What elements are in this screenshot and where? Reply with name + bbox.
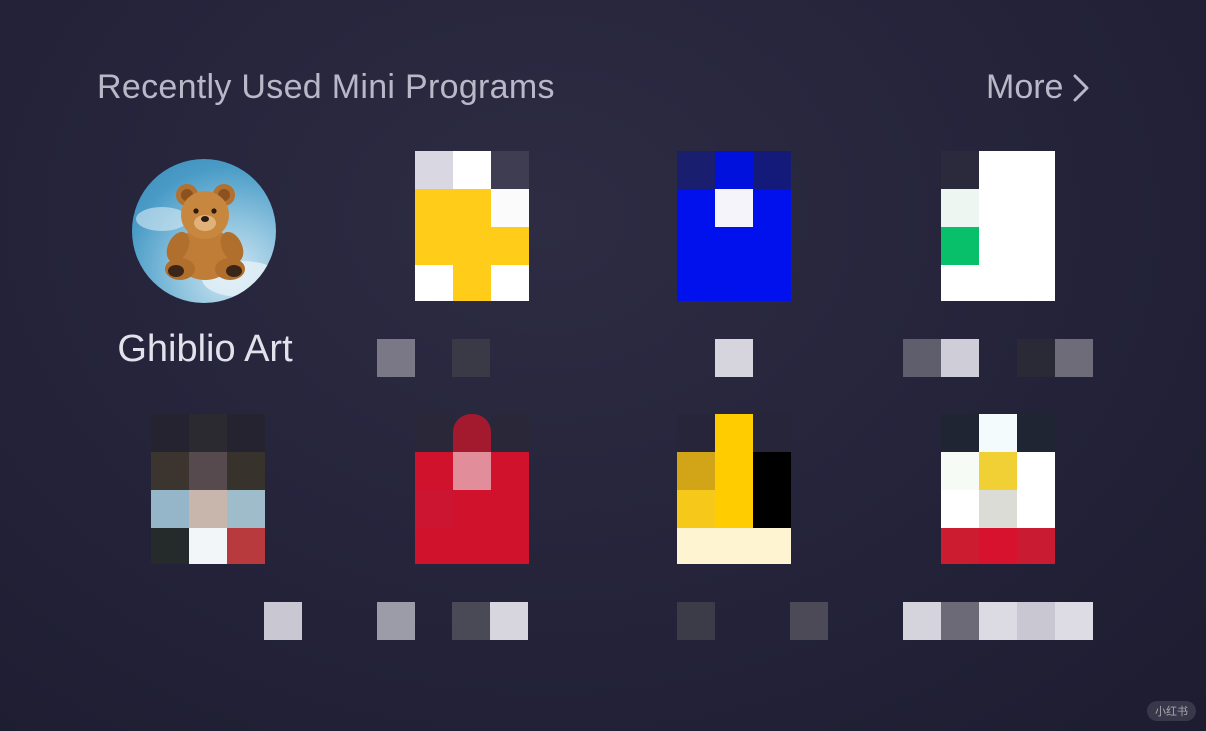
watermark: 小红书 <box>1147 701 1196 721</box>
mini-program-tile[interactable] <box>677 151 827 301</box>
app-name: Ghiblio Art <box>117 328 293 370</box>
app-icon[interactable] <box>132 159 276 303</box>
chevron-right-icon <box>1073 74 1089 101</box>
more-label: More <box>986 68 1064 106</box>
more-button[interactable]: More <box>986 68 1089 107</box>
teddy-bear-icon <box>136 184 276 297</box>
mini-program-tile[interactable] <box>941 151 1091 301</box>
mini-program-tile[interactable] <box>415 151 565 301</box>
mini-program-tile[interactable] <box>941 414 1091 564</box>
mini-program-tile[interactable] <box>677 414 827 564</box>
mini-program-tile[interactable] <box>151 414 301 564</box>
section-title: Recently Used Mini Programs <box>97 68 555 106</box>
mini-program-tile[interactable] <box>415 414 565 564</box>
